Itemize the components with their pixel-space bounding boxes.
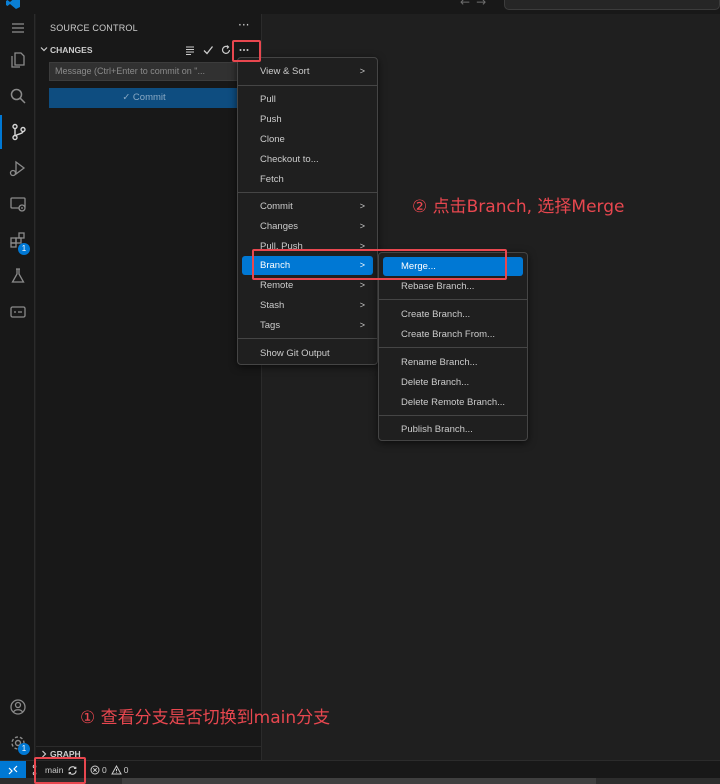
menu-item-push[interactable]: Push bbox=[242, 110, 373, 129]
activity-bar: 1 1 bbox=[0, 14, 35, 760]
extensions-badge: 1 bbox=[18, 243, 30, 255]
settings-gear-icon[interactable] bbox=[0, 726, 35, 760]
menu-item-create-branch[interactable]: Create Branch... bbox=[383, 305, 523, 324]
menu-item-fetch[interactable]: Fetch bbox=[242, 170, 373, 189]
menu-item-tags[interactable]: Tags > bbox=[242, 316, 373, 335]
view-as-list-icon[interactable] bbox=[184, 44, 196, 56]
source-control-icon[interactable] bbox=[0, 115, 35, 149]
menu-item-show-git-output[interactable]: Show Git Output bbox=[242, 344, 373, 363]
menu-item-rename-branch[interactable]: Rename Branch... bbox=[383, 353, 523, 372]
settings-badge: 1 bbox=[18, 743, 30, 755]
explorer-icon[interactable] bbox=[0, 43, 35, 77]
menu-item-publish-branch[interactable]: Publish Branch... bbox=[383, 420, 523, 439]
menu-item-pull[interactable]: Pull bbox=[242, 90, 373, 109]
menu-hamburger-icon[interactable] bbox=[0, 14, 35, 42]
error-count: 0 bbox=[102, 765, 107, 775]
annotation-step-1: ① 查看分支是否切换到main分支 bbox=[80, 708, 331, 728]
chevron-right-icon: > bbox=[359, 320, 365, 330]
menu-item-view-sort[interactable]: View & Sort > bbox=[242, 62, 373, 81]
commit-button[interactable]: ✓ Commit bbox=[49, 88, 239, 108]
remote-connection-icon bbox=[8, 765, 18, 775]
menu-item-commit[interactable]: Commit > bbox=[242, 197, 373, 216]
command-center[interactable] bbox=[504, 0, 720, 10]
commit-message-input[interactable]: Message (Ctrl+Enter to commit on "... bbox=[49, 62, 239, 81]
run-debug-icon[interactable] bbox=[0, 151, 35, 185]
status-bar: main 0 0 bbox=[0, 760, 720, 779]
menu-item-clone[interactable]: Clone bbox=[242, 130, 373, 149]
menu-separator bbox=[379, 415, 527, 416]
annotation-step-2: ② 点击Branch, 选择Merge bbox=[412, 197, 625, 217]
chevron-right-icon: > bbox=[359, 300, 365, 310]
remote-indicator[interactable] bbox=[0, 761, 26, 779]
extensions-icon[interactable] bbox=[0, 223, 35, 257]
annotation-highlight-more-button bbox=[232, 40, 261, 62]
menu-item-create-branch-from[interactable]: Create Branch From... bbox=[383, 325, 523, 344]
commit-check-icon[interactable] bbox=[202, 44, 214, 56]
warning-icon bbox=[110, 765, 122, 775]
annotation-highlight-branch-status bbox=[34, 757, 86, 784]
navigation-arrows[interactable]: ←→ bbox=[460, 0, 492, 9]
menu-item-delete-branch[interactable]: Delete Branch... bbox=[383, 373, 523, 392]
remote-explorer-icon[interactable] bbox=[0, 187, 35, 221]
menu-item-pull-push[interactable]: Pull, Push > bbox=[242, 237, 373, 249]
refresh-icon[interactable] bbox=[220, 44, 232, 56]
changes-section-header[interactable]: CHANGES bbox=[36, 42, 262, 58]
chevron-right-icon: > bbox=[359, 201, 365, 211]
back-arrow-icon[interactable]: ← bbox=[460, 0, 476, 9]
menu-separator bbox=[238, 338, 377, 339]
remote-tunnel-icon[interactable] bbox=[0, 295, 35, 329]
menu-separator bbox=[379, 299, 527, 300]
search-icon[interactable] bbox=[0, 79, 35, 113]
branch-submenu: Merge... Rebase Branch... Create Branch.… bbox=[378, 252, 528, 441]
forward-arrow-icon[interactable]: → bbox=[476, 0, 492, 9]
chevron-down-icon bbox=[40, 47, 48, 52]
accounts-icon[interactable] bbox=[0, 690, 35, 724]
annotation-highlight-branch-merge bbox=[252, 249, 507, 280]
sidebar-more-actions[interactable]: ··· bbox=[238, 18, 249, 32]
warning-count: 0 bbox=[123, 765, 129, 775]
menu-item-stash[interactable]: Stash > bbox=[242, 296, 373, 315]
menu-separator bbox=[238, 85, 377, 86]
testing-flask-icon[interactable] bbox=[0, 259, 35, 293]
changes-label: CHANGES bbox=[50, 45, 93, 55]
sidebar-title: SOURCE CONTROL bbox=[50, 23, 138, 33]
error-icon bbox=[90, 765, 100, 775]
menu-item-delete-remote-branch[interactable]: Delete Remote Branch... bbox=[383, 393, 523, 412]
menu-item-checkout[interactable]: Checkout to... bbox=[242, 150, 373, 169]
menu-separator bbox=[238, 192, 377, 193]
menu-separator bbox=[379, 347, 527, 348]
problems-status-item[interactable]: 0 0 bbox=[90, 761, 128, 779]
horizontal-scrollbar-thumb[interactable] bbox=[122, 778, 596, 784]
chevron-right-icon: > bbox=[359, 66, 365, 76]
title-bar: ←→ bbox=[0, 0, 720, 14]
chevron-right-icon: > bbox=[359, 221, 365, 231]
chevron-right-icon: > bbox=[359, 241, 365, 249]
scm-more-actions-menu: View & Sort > Pull Push Clone Checkout to… bbox=[237, 57, 378, 365]
vscode-logo-icon bbox=[6, 0, 20, 9]
menu-item-changes[interactable]: Changes > bbox=[242, 217, 373, 236]
source-control-sidebar: SOURCE CONTROL ··· CHANGES Message (Ctrl… bbox=[36, 14, 262, 760]
